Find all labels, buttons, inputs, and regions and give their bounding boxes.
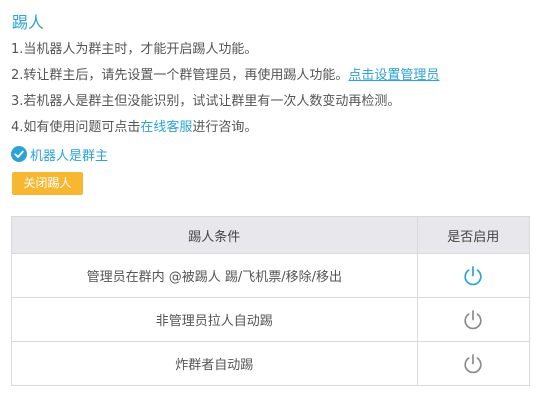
instruction-2: 2.转让群主后，请先设置一个群管理员，再使用踢人功能。点击设置管理员 [11,67,439,85]
check-circle-icon [11,146,27,162]
page-title: 踢人 [12,13,45,32]
table-row: 管理员在群内 @被踢人 踢/飞机票/移除/移出 [11,253,531,298]
instruction-3: 3.若机器人是群主但没能识别，试试让群里有一次人数变动再检测。 [11,94,401,109]
header-enabled: 是否启用 [416,216,531,254]
set-admin-link[interactable]: 点击设置管理员 [348,68,439,83]
owner-status: 机器人是群主 [11,145,109,164]
instruction-2-text: 2.转让群主后，请先设置一个群管理员，再使用踢人功能。 [11,68,349,83]
table-row: 炸群者自动踢 [11,341,531,386]
condition-cell: 管理员在群内 @被踢人 踢/飞机票/移除/移出 [11,253,418,298]
condition-cell: 炸群者自动踢 [11,341,418,386]
instruction-1: 1.当机器人为群主时，才能开启踢人功能。 [11,42,258,57]
power-icon[interactable] [462,353,484,375]
owner-status-label: 机器人是群主 [30,148,109,164]
kick-conditions-table: 踢人条件 是否启用 管理员在群内 @被踢人 踢/飞机票/移除/移出 非管理员拉人… [11,216,531,386]
enabled-cell [416,341,531,386]
table-header-row: 踢人条件 是否启用 [11,216,531,254]
power-icon[interactable] [462,265,484,287]
online-support-link[interactable]: 在线客服 [140,120,192,135]
enabled-cell [416,297,531,342]
instruction-4: 4.如有使用问题可点击在线客服进行咨询。 [11,119,257,137]
instruction-4-prefix: 4.如有使用问题可点击 [11,120,141,135]
header-condition: 踢人条件 [11,216,418,254]
enabled-cell [416,253,531,298]
disable-kick-button[interactable]: 关闭踢人 [12,172,83,195]
table-row: 非管理员拉人自动踢 [11,297,531,342]
instruction-4-suffix: 进行咨询。 [192,120,258,135]
condition-cell: 非管理员拉人自动踢 [11,297,418,342]
power-icon[interactable] [462,309,484,331]
